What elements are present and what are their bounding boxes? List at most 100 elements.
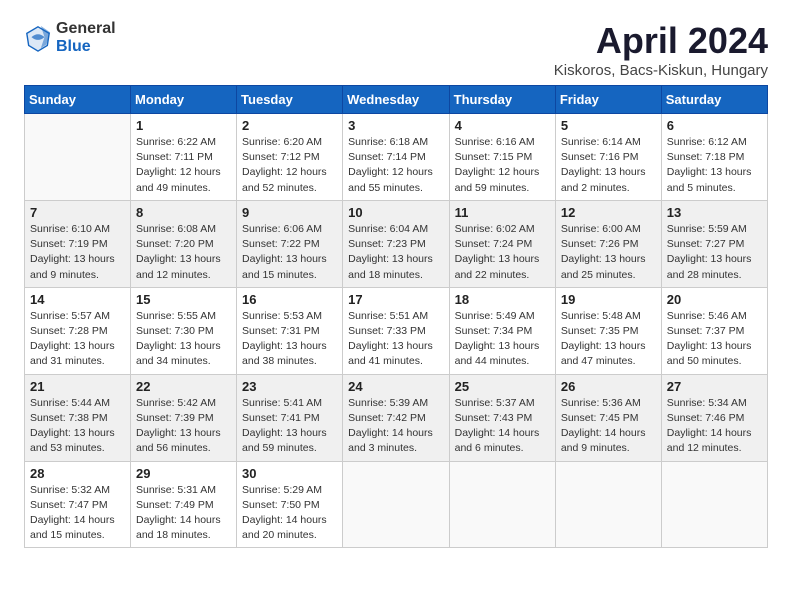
- day-number: 29: [136, 466, 231, 481]
- month-title: April 2024: [554, 20, 768, 62]
- day-number: 18: [455, 292, 550, 307]
- day-info: Sunrise: 6:00 AMSunset: 7:26 PMDaylight:…: [561, 222, 656, 283]
- day-info: Sunrise: 6:08 AMSunset: 7:20 PMDaylight:…: [136, 222, 231, 283]
- day-info: Sunrise: 5:31 AMSunset: 7:49 PMDaylight:…: [136, 483, 231, 544]
- calendar-cell: 24 Sunrise: 5:39 AMSunset: 7:42 PMDayligh…: [343, 374, 449, 461]
- calendar-cell: [25, 114, 131, 201]
- day-number: 2: [242, 118, 337, 133]
- weekday-header-monday: Monday: [131, 86, 237, 114]
- calendar-cell: 12 Sunrise: 6:00 AMSunset: 7:26 PMDayligh…: [555, 200, 661, 287]
- day-number: 14: [30, 292, 125, 307]
- weekday-header-sunday: Sunday: [25, 86, 131, 114]
- day-info: Sunrise: 5:37 AMSunset: 7:43 PMDaylight:…: [455, 396, 550, 457]
- logo-general: General: [56, 20, 116, 37]
- day-info: Sunrise: 6:02 AMSunset: 7:24 PMDaylight:…: [455, 222, 550, 283]
- day-number: 5: [561, 118, 656, 133]
- calendar-cell: [661, 461, 767, 548]
- calendar-cell: [343, 461, 449, 548]
- calendar-cell: 30 Sunrise: 5:29 AMSunset: 7:50 PMDayligh…: [237, 461, 343, 548]
- calendar-cell: [555, 461, 661, 548]
- day-number: 12: [561, 205, 656, 220]
- day-number: 19: [561, 292, 656, 307]
- calendar-cell: 6 Sunrise: 6:12 AMSunset: 7:18 PMDaylight…: [661, 114, 767, 201]
- day-info: Sunrise: 5:55 AMSunset: 7:30 PMDaylight:…: [136, 309, 231, 370]
- day-info: Sunrise: 6:18 AMSunset: 7:14 PMDaylight:…: [348, 135, 443, 196]
- calendar-cell: 27Sunrise: 5:34 AMSunset: 7:46 PMDayligh…: [661, 374, 767, 461]
- calendar-cell: 17 Sunrise: 5:51 AMSunset: 7:33 PMDayligh…: [343, 287, 449, 374]
- week-row-2: 7 Sunrise: 6:10 AMSunset: 7:19 PMDaylight…: [25, 200, 768, 287]
- day-number: 30: [242, 466, 337, 481]
- calendar-cell: 10Sunrise: 6:04 AMSunset: 7:23 PMDayligh…: [343, 200, 449, 287]
- day-number: 27: [667, 379, 762, 394]
- day-number: 24: [348, 379, 443, 394]
- calendar-cell: 13Sunrise: 5:59 AMSunset: 7:27 PMDayligh…: [661, 200, 767, 287]
- logo-text: General Blue: [56, 20, 116, 56]
- day-info: Sunrise: 5:46 AMSunset: 7:37 PMDaylight:…: [667, 309, 762, 370]
- day-info: Sunrise: 5:51 AMSunset: 7:33 PMDaylight:…: [348, 309, 443, 370]
- day-info: Sunrise: 5:48 AMSunset: 7:35 PMDaylight:…: [561, 309, 656, 370]
- calendar-cell: 7 Sunrise: 6:10 AMSunset: 7:19 PMDaylight…: [25, 200, 131, 287]
- calendar-cell: 1 Sunrise: 6:22 AMSunset: 7:11 PMDaylight…: [131, 114, 237, 201]
- day-number: 26: [561, 379, 656, 394]
- weekday-header-friday: Friday: [555, 86, 661, 114]
- day-info: Sunrise: 5:53 AMSunset: 7:31 PMDaylight:…: [242, 309, 337, 370]
- week-row-1: 1 Sunrise: 6:22 AMSunset: 7:11 PMDaylight…: [25, 114, 768, 201]
- day-number: 8: [136, 205, 231, 220]
- day-number: 6: [667, 118, 762, 133]
- day-number: 11: [455, 205, 550, 220]
- day-info: Sunrise: 6:10 AMSunset: 7:19 PMDaylight:…: [30, 222, 125, 283]
- day-info: Sunrise: 5:36 AMSunset: 7:45 PMDaylight:…: [561, 396, 656, 457]
- calendar-cell: 16Sunrise: 5:53 AMSunset: 7:31 PMDayligh…: [237, 287, 343, 374]
- day-info: Sunrise: 6:22 AMSunset: 7:11 PMDaylight:…: [136, 135, 231, 196]
- calendar-cell: 18 Sunrise: 5:49 AMSunset: 7:34 PMDayligh…: [449, 287, 555, 374]
- weekday-header-saturday: Saturday: [661, 86, 767, 114]
- calendar-cell: 11 Sunrise: 6:02 AMSunset: 7:24 PMDayligh…: [449, 200, 555, 287]
- calendar-cell: 28Sunrise: 5:32 AMSunset: 7:47 PMDayligh…: [25, 461, 131, 548]
- page-header: General Blue April 2024 Kiskoros, Bacs-K…: [24, 20, 768, 79]
- day-number: 21: [30, 379, 125, 394]
- calendar-cell: 9 Sunrise: 6:06 AMSunset: 7:22 PMDaylight…: [237, 200, 343, 287]
- day-info: Sunrise: 6:16 AMSunset: 7:15 PMDaylight:…: [455, 135, 550, 196]
- day-number: 20: [667, 292, 762, 307]
- day-number: 13: [667, 205, 762, 220]
- calendar-cell: 14 Sunrise: 5:57 AMSunset: 7:28 PMDayligh…: [25, 287, 131, 374]
- day-number: 7: [30, 205, 125, 220]
- week-row-3: 14 Sunrise: 5:57 AMSunset: 7:28 PMDayligh…: [25, 287, 768, 374]
- calendar-cell: 3Sunrise: 6:18 AMSunset: 7:14 PMDaylight…: [343, 114, 449, 201]
- day-info: Sunrise: 6:06 AMSunset: 7:22 PMDaylight:…: [242, 222, 337, 283]
- calendar-cell: 8 Sunrise: 6:08 AMSunset: 7:20 PMDaylight…: [131, 200, 237, 287]
- day-info: Sunrise: 6:04 AMSunset: 7:23 PMDaylight:…: [348, 222, 443, 283]
- calendar-cell: 4 Sunrise: 6:16 AMSunset: 7:15 PMDaylight…: [449, 114, 555, 201]
- calendar-cell: 20 Sunrise: 5:46 AMSunset: 7:37 PMDayligh…: [661, 287, 767, 374]
- week-row-5: 28Sunrise: 5:32 AMSunset: 7:47 PMDayligh…: [25, 461, 768, 548]
- day-info: Sunrise: 5:49 AMSunset: 7:34 PMDaylight:…: [455, 309, 550, 370]
- day-number: 9: [242, 205, 337, 220]
- calendar-cell: 26 Sunrise: 5:36 AMSunset: 7:45 PMDayligh…: [555, 374, 661, 461]
- day-number: 22: [136, 379, 231, 394]
- logo-icon: [24, 24, 52, 52]
- day-info: Sunrise: 5:29 AMSunset: 7:50 PMDaylight:…: [242, 483, 337, 544]
- logo-blue: Blue: [56, 38, 91, 55]
- day-info: Sunrise: 5:44 AMSunset: 7:38 PMDaylight:…: [30, 396, 125, 457]
- weekday-header-wednesday: Wednesday: [343, 86, 449, 114]
- day-info: Sunrise: 5:39 AMSunset: 7:42 PMDaylight:…: [348, 396, 443, 457]
- day-info: Sunrise: 6:12 AMSunset: 7:18 PMDaylight:…: [667, 135, 762, 196]
- day-info: Sunrise: 5:41 AMSunset: 7:41 PMDaylight:…: [242, 396, 337, 457]
- calendar-cell: 21 Sunrise: 5:44 AMSunset: 7:38 PMDayligh…: [25, 374, 131, 461]
- day-number: 25: [455, 379, 550, 394]
- day-number: 4: [455, 118, 550, 133]
- day-number: 23: [242, 379, 337, 394]
- day-number: 1: [136, 118, 231, 133]
- calendar-cell: 29 Sunrise: 5:31 AMSunset: 7:49 PMDayligh…: [131, 461, 237, 548]
- calendar-cell: 22Sunrise: 5:42 AMSunset: 7:39 PMDayligh…: [131, 374, 237, 461]
- day-info: Sunrise: 5:57 AMSunset: 7:28 PMDaylight:…: [30, 309, 125, 370]
- day-number: 15: [136, 292, 231, 307]
- calendar-cell: 2 Sunrise: 6:20 AMSunset: 7:12 PMDaylight…: [237, 114, 343, 201]
- location-subtitle: Kiskoros, Bacs-Kiskun, Hungary: [554, 62, 768, 79]
- day-number: 17: [348, 292, 443, 307]
- title-area: April 2024 Kiskoros, Bacs-Kiskun, Hungar…: [554, 20, 768, 79]
- calendar-cell: 19 Sunrise: 5:48 AMSunset: 7:35 PMDayligh…: [555, 287, 661, 374]
- day-info: Sunrise: 5:32 AMSunset: 7:47 PMDaylight:…: [30, 483, 125, 544]
- calendar-cell: 5Sunrise: 6:14 AMSunset: 7:16 PMDaylight…: [555, 114, 661, 201]
- day-info: Sunrise: 6:20 AMSunset: 7:12 PMDaylight:…: [242, 135, 337, 196]
